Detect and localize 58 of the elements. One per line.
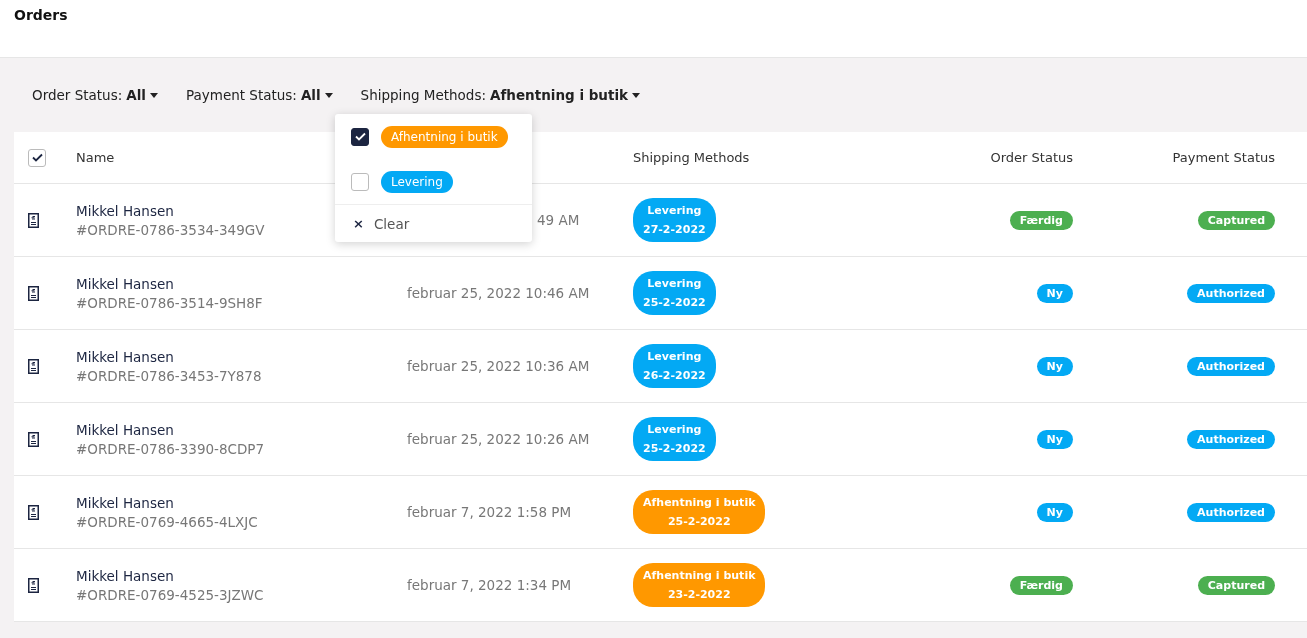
order-number: #ORDRE-0786-3514-9SH8F: [76, 294, 263, 311]
order-status-badge: Færdig: [1009, 575, 1073, 595]
receipt-icon: [28, 504, 39, 520]
check-icon: [354, 132, 366, 141]
customer-name: Mikkel Hansen: [76, 275, 175, 292]
payment-status-badge: Authorized: [1187, 429, 1275, 449]
payment-status-badge: Authorized: [1187, 356, 1275, 376]
order-number: #ORDRE-0769-4525-3JZWC: [76, 586, 264, 603]
shipping-badge: Levering 25-2-2022: [633, 271, 716, 315]
shipping-badge: Levering 27-2-2022: [633, 198, 716, 242]
column-header: Name: [76, 150, 115, 165]
receipt-icon: [28, 212, 39, 228]
page-title: Orders: [14, 6, 68, 23]
receipt-icon: [28, 358, 39, 374]
option-checkbox[interactable]: [351, 127, 369, 146]
payment-status-badge: Captured: [1197, 210, 1275, 230]
caret-icon: [632, 92, 641, 98]
payment-status-badge: Authorized: [1187, 502, 1275, 522]
column-header: Shipping Methods: [633, 150, 750, 165]
filter-dropdown[interactable]: Order Status: All: [32, 86, 158, 104]
caret-icon: [149, 92, 158, 98]
shipping-badge: Afhentning i butik 25-2-2022: [633, 490, 766, 534]
check-icon: [31, 153, 43, 162]
order-number: #ORDRE-0786-3453-7Y878: [76, 367, 262, 384]
caret-icon: [324, 92, 333, 98]
customer-name: Mikkel Hansen: [76, 348, 175, 365]
shipping-badge: Afhentning i butik 23-2-2022: [633, 563, 766, 607]
receipt-icon: [28, 285, 39, 301]
shipping-badge: Levering 26-2-2022: [633, 344, 716, 388]
customer-name: Mikkel Hansen: [76, 202, 175, 219]
payment-status-badge: Authorized: [1187, 283, 1275, 303]
column-header: Payment Status: [1172, 150, 1275, 165]
order-status-badge: Ny: [1036, 283, 1073, 303]
order-number: #ORDRE-0786-3534-349GV: [76, 221, 265, 238]
customer-name: Mikkel Hansen: [76, 567, 175, 584]
order-status-badge: Færdig: [1009, 210, 1073, 230]
order-date: februar 25, 2022 10:26 AM: [407, 431, 591, 447]
order-status-badge: Ny: [1036, 502, 1073, 522]
order-number: #ORDRE-0786-3390-8CDP7: [76, 440, 265, 457]
order-date: februar 25, 2022 10:36 AM: [407, 358, 591, 374]
filter-dropdown[interactable]: Payment Status: All: [185, 86, 333, 104]
customer-name: Mikkel Hansen: [76, 494, 175, 511]
receipt-icon: [28, 431, 39, 447]
payment-status-badge: Captured: [1197, 575, 1275, 595]
option-checkbox[interactable]: [351, 172, 369, 191]
order-status-badge: Ny: [1036, 429, 1073, 449]
shipping-badge: Levering 25-2-2022: [633, 417, 716, 461]
column-header: Order Status: [990, 150, 1073, 165]
order-date: februar 7, 2022 1:34 PM: [407, 577, 573, 593]
order-date: februar 25, 2022 10:46 AM: [407, 285, 591, 301]
receipt-icon: [28, 577, 39, 593]
order-date: februar 7, 2022 1:58 PM: [407, 504, 573, 520]
order-status-badge: Ny: [1036, 356, 1073, 376]
select-all-checkbox[interactable]: [28, 148, 46, 167]
customer-name: Mikkel Hansen: [76, 421, 175, 438]
order-number: #ORDRE-0769-4665-4LXJC: [76, 513, 258, 530]
filter-dropdown[interactable]: Shipping Methods: Afhentning i butik: [360, 86, 641, 104]
order-date: 49 AM: [537, 212, 581, 228]
